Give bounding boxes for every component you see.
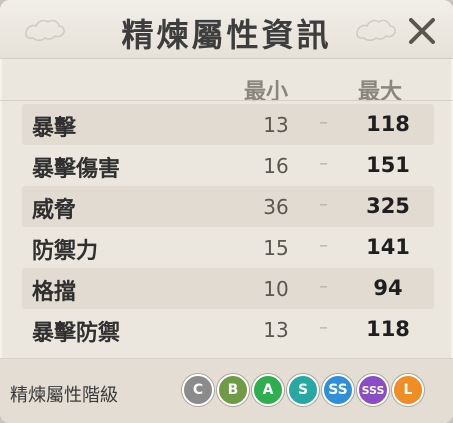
grade-badge-ss: SS: [322, 374, 354, 406]
grade-footer: 精煉屬性階級 C B A S SS SSS L: [0, 358, 453, 423]
stat-label: 暴擊: [32, 116, 77, 141]
grade-text: A: [262, 382, 274, 398]
stat-max-value: 325: [366, 194, 410, 218]
range-dash: –: [319, 153, 328, 174]
grade-badge-s: S: [287, 374, 319, 406]
stat-max-value: 118: [366, 317, 410, 341]
stat-max-value: 94: [373, 276, 403, 300]
grade-text: S: [297, 382, 309, 398]
stat-row-crit-defense: 暴擊防禦 13 – 118: [22, 309, 434, 350]
stat-min-value: 13: [263, 318, 289, 342]
stat-label: 暴擊防禦: [32, 321, 121, 346]
stat-label: 防禦力: [32, 239, 99, 264]
grade-text: C: [192, 382, 204, 398]
stat-label: 威脅: [32, 198, 77, 223]
grade-badge-sss: SSS: [357, 374, 389, 406]
range-dash: –: [319, 194, 328, 215]
column-header-min: 最小: [244, 80, 289, 105]
stat-min-value: 16: [263, 154, 289, 178]
stat-row-crit: 暴擊 13 – 118: [22, 104, 434, 145]
grade-text: SSS: [361, 383, 385, 397]
panel-header: 精煉屬性資訊: [0, 0, 453, 59]
grade-text: L: [403, 382, 413, 398]
grade-badge-c: C: [182, 374, 214, 406]
grade-badge-b: B: [217, 374, 249, 406]
stat-min-value: 13: [263, 113, 289, 137]
grade-text: B: [227, 382, 239, 398]
grade-text: SS: [328, 382, 348, 398]
stat-min-value: 15: [263, 236, 289, 260]
range-dash: –: [319, 317, 328, 338]
stat-min-value: 10: [263, 277, 289, 301]
stat-max-value: 151: [366, 153, 410, 177]
stat-row-crit-damage: 暴擊傷害 16 – 151: [22, 145, 434, 186]
cloud-ornament-icon: [356, 19, 396, 41]
stat-row-threat: 威脅 36 – 325: [22, 186, 434, 227]
divider: [0, 100, 453, 101]
stat-label: 暴擊傷害: [32, 157, 121, 182]
refine-info-panel: 精煉屬性資訊 最小 最大 暴擊 13 – 118 暴擊傷害 16 – 151 威…: [0, 0, 453, 423]
stat-min-value: 36: [263, 195, 289, 219]
range-dash: –: [319, 112, 328, 133]
grade-label: 精煉屬性階級: [10, 385, 118, 406]
grade-badge-list: C B A S SS SSS L: [182, 374, 424, 408]
stat-max-value: 141: [366, 235, 410, 259]
stat-row-defense: 防禦力 15 – 141: [22, 227, 434, 268]
stat-row-block: 格擋 10 – 94: [22, 268, 434, 309]
grade-badge-l: L: [392, 374, 424, 406]
stat-label: 格擋: [32, 280, 77, 305]
column-header-max: 最大: [358, 80, 403, 105]
stat-max-value: 118: [366, 112, 410, 136]
stat-table: 暴擊 13 – 118 暴擊傷害 16 – 151 威脅 36 – 325 防禦…: [22, 104, 434, 350]
grade-badge-a: A: [252, 374, 284, 406]
range-dash: –: [319, 276, 328, 297]
close-icon[interactable]: [405, 14, 439, 48]
range-dash: –: [319, 235, 328, 256]
